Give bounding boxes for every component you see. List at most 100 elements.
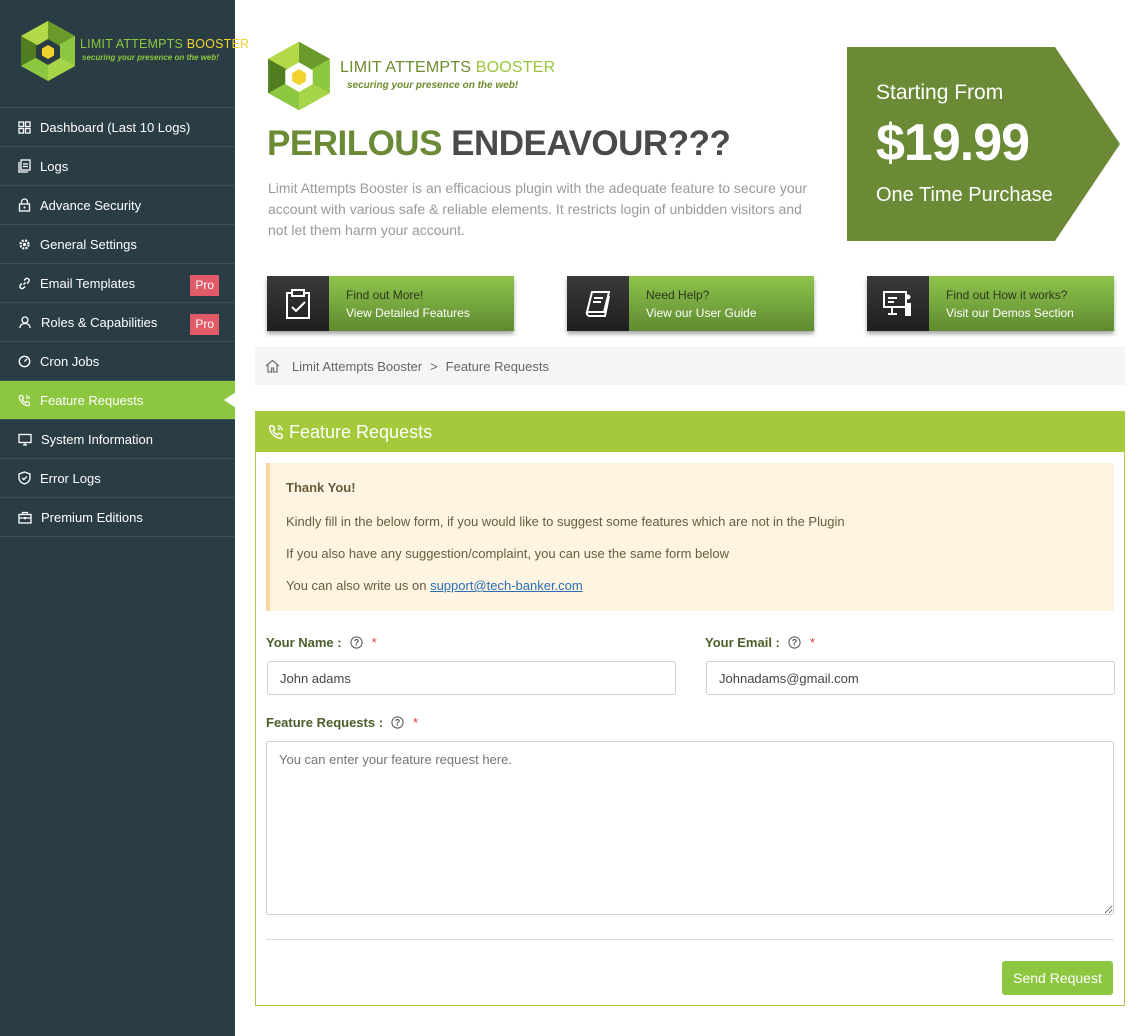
shield-icon (18, 471, 31, 485)
email-label: Your Email : ? * (705, 635, 815, 650)
sidebar-item-label: Premium Editions (41, 509, 143, 525)
sidebar-item-label: Error Logs (40, 470, 101, 486)
gear-icon (19, 238, 30, 250)
cta-line2: View Detailed Features (346, 306, 470, 320)
banner-logo-title: LIMIT ATTEMPTS BOOSTER (340, 59, 556, 76)
phone-icon (18, 394, 31, 406)
cta-icon-box (567, 276, 629, 331)
pro-badge: Pro (190, 275, 219, 296)
gauge-icon (18, 355, 31, 367)
help-icon[interactable]: ? (350, 636, 363, 649)
sidebar-logo-tagline: securing your presence on the web! (82, 53, 219, 62)
pro-badge: Pro (190, 314, 219, 335)
cta-icon-box (867, 276, 929, 331)
sidebar: LIMIT ATTEMPTS BOOSTER securing your pre… (0, 0, 249, 1036)
support-email-link[interactable]: support@tech-banker.com (430, 578, 583, 593)
banner-description: Limit Attempts Booster is an efficacious… (268, 180, 808, 238)
feature-requests-panel: Feature Requests Thank You! Kindly fill … (255, 411, 1125, 1006)
required-asterisk: * (413, 715, 419, 730)
price-banner[interactable]: Starting From $19.99 One Time Purchase (847, 47, 1120, 241)
breadcrumb-root[interactable]: Limit Attempts Booster (292, 359, 422, 374)
sidebar-logo[interactable]: LIMIT ATTEMPTS BOOSTER securing your pre… (0, 0, 249, 108)
thank-you-notice: Thank You! Kindly fill in the below form… (266, 463, 1114, 611)
sidebar-item-advance-security[interactable]: Advance Security (0, 186, 235, 225)
feature-requests-label: Feature Requests : ? * (266, 715, 418, 730)
feature-label-text: Feature Requests : (266, 715, 384, 730)
sidebar-item-feature-requests[interactable]: Feature Requests (0, 381, 236, 420)
price-amount: $19.99 (876, 114, 1030, 172)
phone-icon (268, 425, 283, 440)
logs-icon (18, 159, 31, 173)
monitor-icon (18, 433, 32, 446)
cta-icon-box (267, 276, 329, 331)
panel-header: Feature Requests (256, 412, 1124, 452)
cta-line2: View our User Guide (646, 306, 757, 320)
send-request-button[interactable]: Send Request (1002, 961, 1113, 995)
briefcase-icon (18, 511, 32, 524)
sidebar-item-general-settings[interactable]: General Settings (0, 225, 235, 264)
sidebar-item-label: Advance Security (40, 197, 142, 213)
cta-line1: Find out More! (346, 288, 424, 302)
panel-title: Feature Requests (289, 421, 433, 442)
lock-icon (18, 198, 31, 212)
banner-headline: PERILOUS ENDEAVOUR??? (267, 124, 731, 164)
price-prefix: Starting From (876, 81, 1004, 104)
sidebar-item-logs[interactable]: Logs (0, 147, 235, 186)
sidebar-item-error-logs[interactable]: Error Logs (0, 459, 235, 498)
banner-logo-tagline: securing your presence on the web! (347, 80, 519, 91)
clipboard-check-icon (286, 288, 310, 319)
breadcrumb-separator: > (430, 358, 438, 374)
cta-line1: Need Help? (646, 288, 710, 302)
notice-line-2: If you also have any suggestion/complain… (286, 546, 729, 561)
cta-text: Find out More! View Detailed Features (329, 276, 514, 331)
headline-word-2: ENDEAVOUR??? (451, 124, 731, 163)
sidebar-item-label: Logs (40, 158, 69, 174)
feature-request-textarea[interactable] (266, 741, 1114, 915)
svg-text:?: ? (395, 718, 401, 728)
sidebar-item-roles-capabilities[interactable]: Roles & Capabilities Pro (0, 303, 235, 342)
logo-hexagon-icon (21, 21, 75, 81)
headline-word-1: PERILOUS (267, 124, 442, 163)
sidebar-item-premium-editions[interactable]: Premium Editions (0, 498, 235, 537)
name-field[interactable]: John adams (267, 661, 676, 695)
cta-text: Find out How it works? Visit our Demos S… (929, 276, 1114, 331)
name-label: Your Name : ? * (266, 635, 377, 650)
book-icon (585, 290, 611, 317)
name-label-text: Your Name : (266, 635, 342, 650)
required-asterisk: * (371, 635, 377, 650)
sidebar-item-cron-jobs[interactable]: Cron Jobs (0, 342, 235, 381)
email-label-text: Your Email : (705, 635, 780, 650)
sidebar-item-label: General Settings (40, 236, 137, 252)
sidebar-item-system-information[interactable]: System Information (0, 420, 235, 459)
user-roles-icon (19, 316, 31, 329)
cta-user-guide[interactable]: Need Help? View our User Guide (567, 276, 814, 331)
notice-line-3-prefix: You can also write us on (286, 578, 431, 593)
breadcrumb: Limit Attempts Booster > Feature Request… (255, 347, 1125, 385)
cta-line2: Visit our Demos Section (946, 306, 1074, 320)
sidebar-item-label: Feature Requests (40, 392, 144, 408)
sidebar-item-label: Roles & Capabilities (41, 314, 158, 330)
sidebar-item-label: Cron Jobs (40, 353, 100, 369)
notice-line-3: You can also write us on support@tech-ba… (286, 579, 1098, 593)
sidebar-menu: Dashboard (Last 10 Logs) Logs Advance Se… (0, 108, 236, 537)
svg-text:?: ? (792, 638, 798, 648)
price-suffix: One Time Purchase (876, 184, 1053, 206)
cta-text: Need Help? View our User Guide (629, 276, 814, 331)
notice-heading: Thank You! (286, 480, 356, 495)
divider (266, 939, 1114, 940)
sidebar-item-dashboard[interactable]: Dashboard (Last 10 Logs) (0, 108, 235, 147)
cta-demos-section[interactable]: Find out How it works? Visit our Demos S… (867, 276, 1114, 331)
cta-line1: Find out How it works? (946, 288, 1068, 302)
help-icon[interactable]: ? (788, 636, 801, 649)
required-asterisk: * (809, 635, 815, 650)
sidebar-item-label: Email Templates (40, 275, 136, 291)
sidebar-item-email-templates[interactable]: Email Templates Pro (0, 264, 235, 303)
home-icon[interactable] (265, 359, 280, 373)
banner-logo-hexagon-icon (268, 41, 330, 111)
email-field[interactable]: Johnadams@gmail.com (706, 661, 1115, 695)
sidebar-item-label: System Information (41, 431, 153, 447)
breadcrumb-current: Feature Requests (445, 358, 549, 374)
dashboard-icon (18, 120, 31, 134)
help-icon[interactable]: ? (391, 716, 404, 729)
cta-detailed-features[interactable]: Find out More! View Detailed Features (267, 276, 514, 331)
